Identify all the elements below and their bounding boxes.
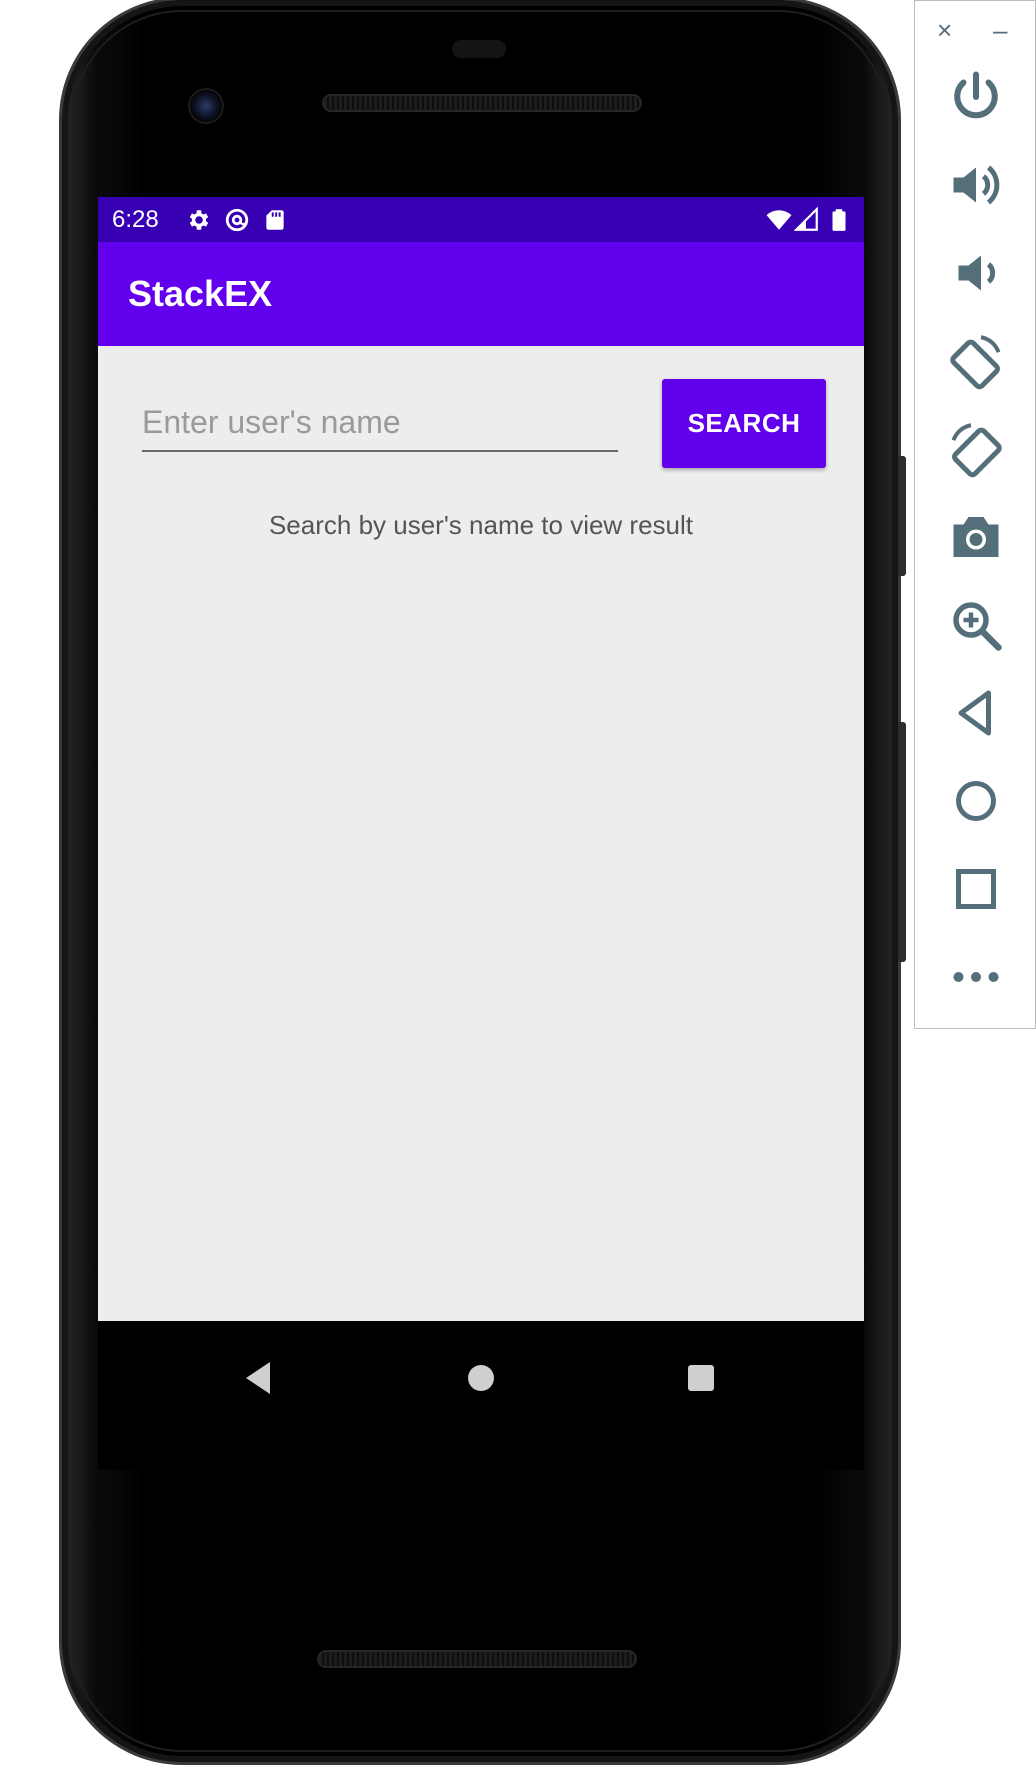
front-camera	[188, 88, 224, 124]
search-button[interactable]: SEARCH	[662, 379, 826, 468]
toolbar-window-controls: × –	[915, 1, 1036, 61]
rotate-left-icon[interactable]	[946, 331, 1006, 391]
gear-icon	[189, 210, 209, 230]
rotate-right-icon[interactable]	[946, 419, 1006, 479]
phone-power-button[interactable]	[898, 456, 906, 576]
minimize-icon[interactable]: –	[993, 15, 1007, 45]
power-icon[interactable]	[946, 67, 1006, 127]
sd-card-icon	[266, 210, 284, 230]
camera-icon[interactable]	[946, 507, 1006, 567]
volume-down-icon[interactable]	[946, 243, 1006, 303]
earpiece-speaker	[322, 94, 642, 112]
bottom-speaker	[317, 1650, 637, 1668]
phone-volume-rocker[interactable]	[898, 722, 906, 962]
home-circle-icon[interactable]	[456, 1353, 506, 1403]
empty-state-hint: Search by user's name to view result	[268, 510, 694, 540]
wifi-icon	[766, 210, 792, 230]
main-content: SEARCH Search by user's name to view res…	[98, 346, 864, 1321]
back-icon[interactable]	[946, 683, 1006, 743]
app-title: StackEX	[128, 273, 273, 314]
overview-icon[interactable]	[946, 859, 1006, 919]
phone-screen: 6:28 StackEX S	[98, 197, 864, 1470]
status-bar: 6:28	[98, 197, 864, 242]
proximity-sensor	[452, 40, 506, 58]
close-icon[interactable]: ×	[937, 15, 952, 45]
search-input[interactable]	[142, 402, 618, 452]
back-triangle-icon[interactable]	[234, 1353, 284, 1403]
app-bar: StackEX	[98, 242, 864, 346]
zoom-icon[interactable]	[946, 595, 1006, 655]
home-icon[interactable]	[946, 771, 1006, 831]
recents-square-icon[interactable]	[676, 1353, 726, 1403]
volume-up-icon[interactable]	[946, 155, 1006, 215]
status-time: 6:28	[112, 206, 159, 233]
emulator-toolbar: × –	[914, 0, 1036, 1029]
battery-icon	[832, 209, 846, 231]
navigation-bar	[98, 1321, 864, 1470]
more-icon[interactable]	[946, 947, 1006, 1007]
signal-icon	[794, 207, 818, 231]
at-sign-icon	[225, 208, 249, 232]
